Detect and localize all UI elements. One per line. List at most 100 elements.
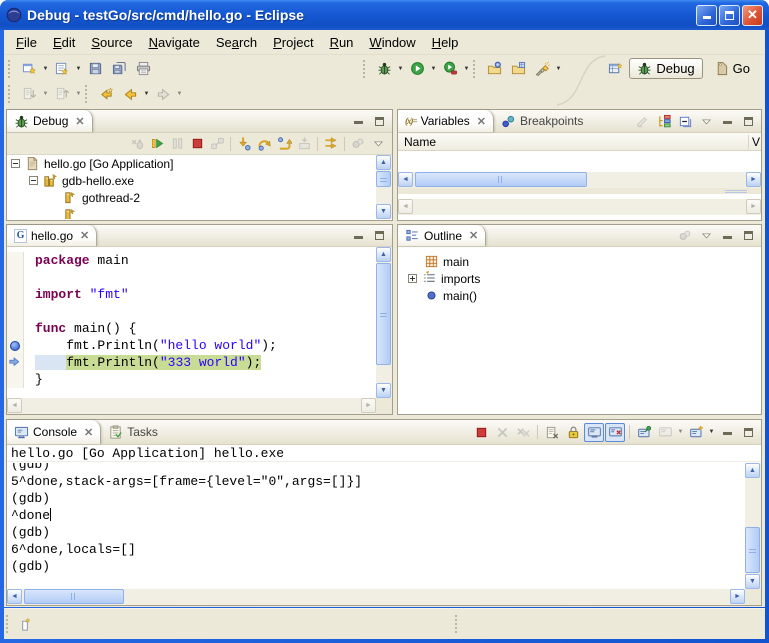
menu-help[interactable]: Help [424,32,467,53]
back-dropdown-icon[interactable]: ▼ [142,83,151,105]
code-line[interactable]: import "fmt" [24,286,376,303]
perspective-go-button[interactable]: Go [707,59,757,78]
menu-project[interactable]: Project [265,32,321,53]
suspend-button[interactable] [167,134,187,153]
editor-gutter[interactable] [7,354,24,371]
console-line[interactable]: (gdb) [7,463,745,473]
external-tools-dropdown-icon[interactable]: ▼ [462,58,471,80]
editor-gutter[interactable] [7,269,24,286]
search-button[interactable] [530,58,554,80]
breakpoint-icon[interactable] [10,341,20,351]
tab-debug[interactable]: Debug ✕ [7,110,93,132]
debug-view-extra-icon[interactable] [348,134,368,153]
tab-editor-hello-go[interactable]: G hello.go ✕ [7,225,97,246]
view-minimize-button[interactable] [717,226,737,245]
scroll-up-icon[interactable]: ▲ [745,463,760,478]
show-stdout-button[interactable] [584,423,604,442]
close-icon[interactable]: ✕ [477,115,486,128]
toolbar-grip[interactable] [473,60,478,78]
previous-annotation-button[interactable] [50,83,74,105]
open-console-button[interactable] [686,423,706,442]
scroll-thumb[interactable] [415,172,587,187]
editor-gutter[interactable] [7,286,24,303]
open-perspective-button[interactable] [605,59,625,78]
tab-console[interactable]: Console ✕ [7,420,101,444]
expander-plus-icon[interactable] [408,274,417,283]
save-button[interactable] [83,58,107,80]
editor-horizontal-scrollbar[interactable]: ◄ ► [7,398,376,414]
view-minimize-button[interactable] [348,112,368,131]
maximize-button[interactable] [719,5,740,26]
new-dropdown-icon[interactable]: ▼ [41,58,50,80]
view-maximize-button[interactable] [369,112,389,131]
console-line[interactable]: (gdb) [7,558,745,575]
code-line[interactable]: fmt.Println("hello world"); [24,337,376,354]
outline-extra-icon[interactable] [675,226,695,245]
open-console-dropdown-icon[interactable]: ▼ [707,421,716,443]
scroll-up-icon[interactable]: ▲ [376,155,391,170]
editor-gutter[interactable] [7,320,24,337]
run-dropdown-icon[interactable]: ▼ [429,58,438,80]
menu-run[interactable]: Run [322,32,362,53]
scroll-down-icon[interactable]: ▼ [745,574,760,589]
scroll-thumb[interactable] [745,527,760,573]
debug-tree-item-row[interactable]: gdb-hello.exe [7,172,375,189]
use-step-filters-button[interactable] [321,134,341,153]
close-icon[interactable]: ✕ [80,229,89,242]
perspective-debug-button[interactable]: Debug [629,58,702,79]
code-line[interactable] [24,269,376,286]
new-go-dropdown-icon[interactable]: ▼ [74,58,83,80]
code-line[interactable]: } [24,371,376,388]
outline-item-row[interactable]: main() [404,287,761,304]
display-selected-console-button[interactable] [655,423,675,442]
show-logical-structure-button[interactable] [654,112,674,131]
toolbar-grip[interactable] [85,85,90,103]
drop-to-frame-button[interactable] [294,134,314,153]
tab-variables[interactable]: (x)= Variables ✕ [398,110,494,132]
console-line[interactable]: 6^done,locals=[] [7,541,745,558]
toolbar-grip[interactable] [8,85,13,103]
open-type-button[interactable] [482,58,506,80]
view-menu-icon[interactable] [696,112,716,131]
terminate-button[interactable] [187,134,207,153]
console-output[interactable]: (gdb)5^done,stack-args=[frame={level="0"… [7,463,745,589]
console-vertical-scrollbar[interactable]: ▲ ▼ [745,463,761,589]
view-maximize-button[interactable] [738,423,758,442]
run-external-tools-button[interactable] [438,58,462,80]
pin-console-button[interactable] [634,423,654,442]
save-all-button[interactable] [107,58,131,80]
detail-horizontal-scrollbar[interactable]: ◄ ► [398,199,761,215]
code-line[interactable] [24,303,376,320]
clear-console-button[interactable] [542,423,562,442]
editor-code-area[interactable]: package main import "fmt" func main() { fm… [7,247,376,398]
collapse-all-button[interactable] [675,112,695,131]
menu-file[interactable]: File [8,32,45,53]
code-line[interactable]: func main() { [24,320,376,337]
menu-source[interactable]: Source [83,32,140,53]
debug-tree-item-row[interactable] [7,206,375,219]
debug-button[interactable] [372,58,396,80]
console-line[interactable]: (gdb) [7,490,745,507]
status-grip[interactable] [455,615,460,633]
open-resource-button[interactable] [506,58,530,80]
close-button[interactable]: ✕ [742,5,763,26]
variables-column-header[interactable]: Name V [398,133,761,151]
menu-search[interactable]: Search [208,32,265,53]
console-line[interactable]: (gdb) [7,524,745,541]
scroll-thumb[interactable] [376,171,391,187]
search-dropdown-icon[interactable]: ▼ [554,58,563,80]
expander-minus-icon[interactable] [29,176,38,185]
close-icon[interactable]: ✕ [75,115,84,128]
code-line[interactable]: package main [24,252,376,269]
debug-vertical-scrollbar[interactable]: ▲ ▼ [376,155,392,219]
editor-gutter[interactable] [7,252,24,269]
view-menu-icon[interactable] [368,134,388,153]
new-go-element-button[interactable] [50,58,74,80]
view-minimize-button[interactable] [348,226,368,245]
editor-gutter[interactable] [7,371,24,388]
menu-window[interactable]: Window [361,32,423,53]
tab-tasks[interactable]: Tasks [101,420,165,444]
scroll-thumb[interactable] [376,263,391,365]
view-maximize-button[interactable] [738,112,758,131]
scroll-down-icon[interactable]: ▼ [376,204,391,219]
